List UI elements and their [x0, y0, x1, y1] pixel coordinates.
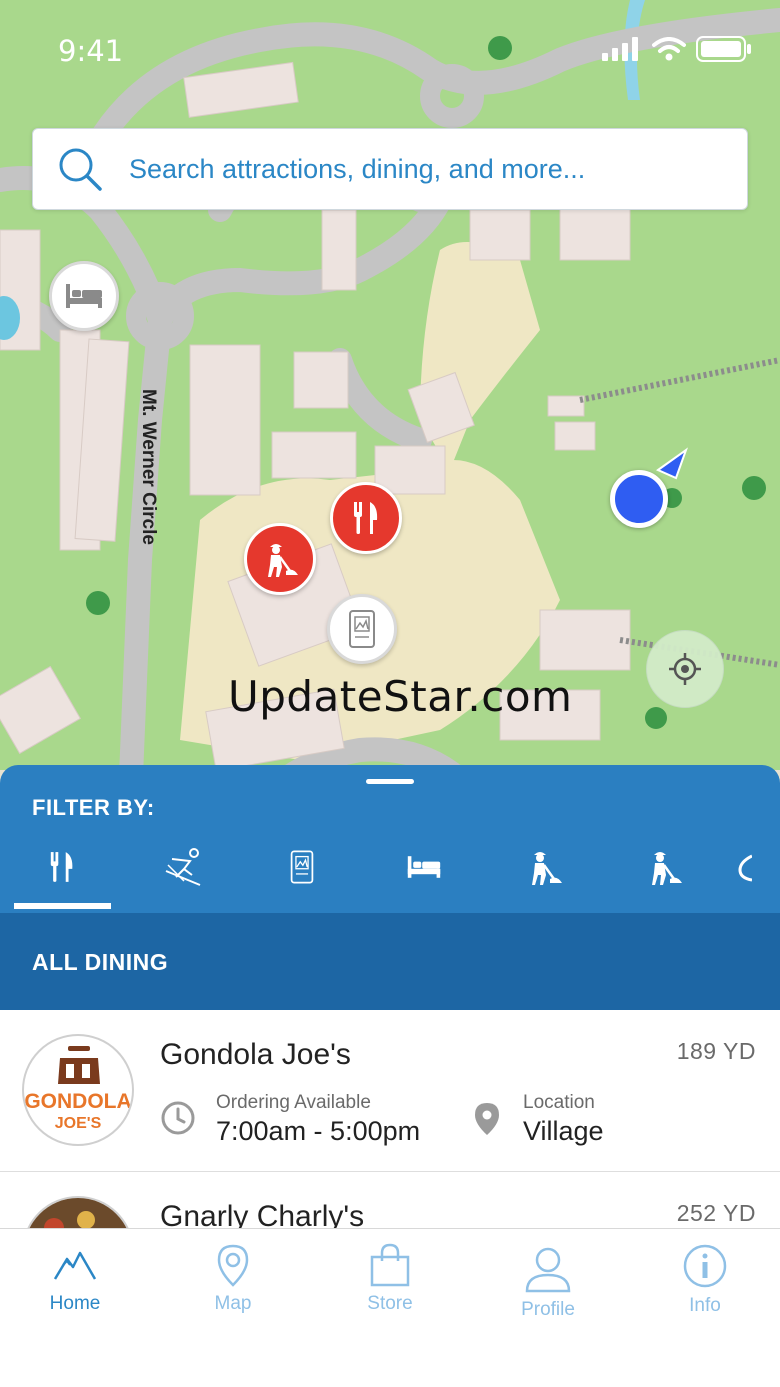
filter-tab-lodging[interactable] [376, 837, 472, 897]
category-title: ALL DINING [32, 949, 169, 975]
battery-icon [696, 36, 751, 62]
map-pin-lodging[interactable] [49, 261, 119, 331]
tab-store[interactable]: Store [330, 1243, 450, 1333]
restaurant-logo [22, 1196, 134, 1228]
recenter-location-button[interactable] [646, 630, 724, 708]
filter-tab-skiing[interactable] [136, 837, 232, 897]
list-item[interactable]: GONDOLA JOE'S Gondola Joe's 189 YD Order… [0, 1010, 780, 1172]
skier-icon [165, 848, 201, 886]
fork-knife-icon [50, 852, 73, 882]
status-icons [602, 36, 752, 62]
tab-profile[interactable]: Profile [488, 1245, 608, 1335]
gondola-joes-logo: GONDOLA JOE'S [24, 1046, 132, 1132]
map-view[interactable]: 9:41 Search attractions, dining, and mor… [0, 0, 780, 800]
wifi-icon [652, 37, 686, 61]
filter-panel: FILTER BY: [0, 765, 780, 915]
restaurant-logo: GONDOLA JOE'S [22, 1034, 134, 1146]
worker-icon [652, 852, 682, 885]
bed-icon [66, 284, 102, 308]
drag-handle[interactable] [366, 779, 414, 784]
restaurant-name: Gnarly Charly's [160, 1200, 365, 1228]
tab-home-label: Home [49, 1293, 101, 1314]
road-label: Mt. Werner Circle [138, 389, 159, 545]
hours-label: Ordering Available [216, 1092, 371, 1113]
tab-profile-label: Profile [521, 1299, 575, 1320]
tab-info-label: Info [689, 1295, 721, 1316]
filter-selected-indicator [14, 903, 111, 909]
map-pin-dining[interactable] [330, 482, 402, 554]
hours-value: 7:00am - 5:00pm [216, 1116, 421, 1146]
dining-list: GONDOLA JOE'S Gondola Joe's 189 YD Order… [0, 1010, 780, 1228]
mountain-icon [53, 1251, 97, 1280]
tab-store-label: Store [367, 1293, 413, 1314]
filter-tab-grooming-2[interactable] [616, 837, 712, 897]
filter-tab-grooming-1[interactable] [496, 837, 592, 897]
trail-map-icon [290, 850, 314, 884]
restaurant-distance: 252 YD [676, 1200, 756, 1226]
tab-map-label: Map [214, 1293, 252, 1314]
cellular-signal-icon [602, 37, 638, 61]
status-time: 9:41 [58, 34, 124, 68]
logo-text-1: GONDOLA [24, 1090, 131, 1113]
current-location-marker [610, 470, 668, 528]
map-pin-icon [217, 1244, 249, 1287]
watermark: UpdateStar.com [228, 672, 573, 721]
tab-home[interactable]: Home [15, 1243, 135, 1333]
status-bar: 9:41 [0, 0, 780, 100]
partial-icon [738, 854, 752, 882]
restaurant-name: Gondola Joe's [160, 1038, 351, 1071]
tab-info[interactable]: Info [645, 1243, 765, 1333]
location-label: Location [523, 1092, 595, 1113]
clock-icon [161, 1101, 195, 1135]
filter-tab-trail-map[interactable] [254, 837, 350, 897]
worker-icon [268, 544, 298, 577]
search-bar[interactable] [32, 128, 748, 210]
home-indicator [256, 1369, 524, 1378]
gnarly-charlys-logo [24, 1198, 132, 1228]
bed-icon [407, 856, 441, 878]
search-icon [59, 148, 102, 191]
user-icon [525, 1247, 571, 1293]
bottom-tab-bar: Home Map Store Profile Info [0, 1228, 780, 1387]
logo-text-2: JOE'S [55, 1115, 102, 1132]
trail-map-icon [349, 610, 375, 648]
shopping-bag-icon [370, 1243, 410, 1287]
worker-icon [532, 852, 562, 885]
tab-map[interactable]: Map [173, 1243, 293, 1333]
category-header: ALL DINING [0, 913, 780, 1010]
map-pin-trail-map[interactable] [327, 594, 397, 664]
filter-tab-more[interactable] [738, 837, 780, 897]
fork-knife-icon [354, 502, 378, 534]
filter-label: FILTER BY: [32, 795, 155, 820]
location-value: Village [523, 1116, 604, 1146]
list-item[interactable]: Gnarly Charly's 252 YD [0, 1172, 780, 1228]
restaurant-distance: 189 YD [676, 1038, 756, 1064]
info-icon [683, 1244, 727, 1288]
crosshair-icon [669, 653, 701, 685]
location-pin-icon [475, 1103, 499, 1135]
map-pin-trail-work[interactable] [244, 523, 316, 595]
search-input[interactable] [129, 153, 729, 185]
filter-tab-dining[interactable] [14, 837, 110, 897]
